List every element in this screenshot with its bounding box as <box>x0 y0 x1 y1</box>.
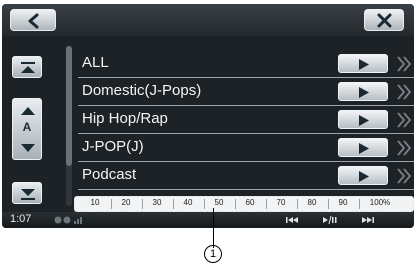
close-x-icon <box>377 13 392 28</box>
next-track-icon <box>362 217 374 223</box>
previous-track-icon <box>286 217 298 223</box>
scale-tick-label: 100% <box>369 198 391 207</box>
scale-tick-label: 50 <box>214 198 224 207</box>
back-button[interactable] <box>10 9 56 31</box>
jump-bottom-icon <box>21 189 35 200</box>
jump-top-button[interactable] <box>12 56 42 78</box>
double-chevron-right-icon[interactable] <box>396 111 412 129</box>
list-scrollbar[interactable] <box>66 46 72 206</box>
next-track-button[interactable] <box>354 214 382 226</box>
previous-track-button[interactable] <box>278 214 306 226</box>
list-scrollbar-thumb[interactable] <box>66 46 72 166</box>
list-item[interactable]: ALL <box>78 52 414 78</box>
scale-divider <box>359 199 360 209</box>
close-button[interactable] <box>364 9 404 31</box>
scale-tick-label: 10 <box>90 198 100 207</box>
index-scroll-button[interactable]: A <box>12 98 42 160</box>
status-icons <box>54 216 82 224</box>
list-item-label: Domestic(J-Pops) <box>82 82 202 99</box>
double-chevron-right-icon[interactable] <box>396 55 412 73</box>
list-item-label: ALL <box>82 54 109 71</box>
play-icon <box>359 171 369 182</box>
scroll-position-scale[interactable]: 10 20 30 40 50 60 70 80 90 100% <box>74 196 414 212</box>
play-button[interactable] <box>338 54 388 73</box>
title-bar <box>2 4 414 36</box>
scale-tick-label: 90 <box>338 198 348 207</box>
play-button[interactable] <box>338 138 388 157</box>
play-button[interactable] <box>338 82 388 101</box>
scale-tick-label: 80 <box>307 198 317 207</box>
play-icon <box>359 143 369 154</box>
play-pause-icon <box>323 215 337 225</box>
scale-tick-label: 30 <box>152 198 162 207</box>
callout-number: 1 <box>204 245 222 263</box>
list-item[interactable]: Hip Hop/Rap <box>78 108 414 134</box>
jump-top-icon <box>21 62 35 73</box>
scale-tick-label: 20 <box>121 198 131 207</box>
back-arrow-icon <box>28 13 39 29</box>
list-item[interactable]: Podcast <box>78 164 414 190</box>
list-item-label: Podcast <box>82 166 137 183</box>
play-button[interactable] <box>338 166 388 185</box>
play-icon <box>359 115 369 126</box>
play-icon <box>359 87 369 98</box>
scale-tick-label: 70 <box>276 198 286 207</box>
list-item-label: Hip Hop/Rap <box>82 110 168 127</box>
scale-tick-label: 60 <box>245 198 255 207</box>
list-item[interactable]: J-POP(J) <box>78 136 414 162</box>
side-navigation: A <box>8 42 54 210</box>
double-chevron-right-icon[interactable] <box>396 167 412 185</box>
list-item-label: J-POP(J) <box>82 138 144 155</box>
double-chevron-right-icon[interactable] <box>396 83 412 101</box>
jump-bottom-button[interactable] <box>12 182 42 204</box>
play-icon <box>359 59 369 70</box>
status-bar: 1:07 <box>2 212 414 228</box>
page-down-icon <box>21 144 35 152</box>
callout-leader-line <box>213 208 214 248</box>
double-chevron-right-icon[interactable] <box>396 139 412 157</box>
scale-tick-label: 40 <box>183 198 193 207</box>
list-item[interactable]: Domestic(J-Pops) <box>78 80 414 106</box>
play-pause-button[interactable] <box>316 214 344 226</box>
device-screen: A ALL Domestic(J-Pops) Hip Hop/Rap J-POP… <box>2 4 414 228</box>
clock: 1:07 <box>10 213 32 225</box>
play-button[interactable] <box>338 110 388 129</box>
